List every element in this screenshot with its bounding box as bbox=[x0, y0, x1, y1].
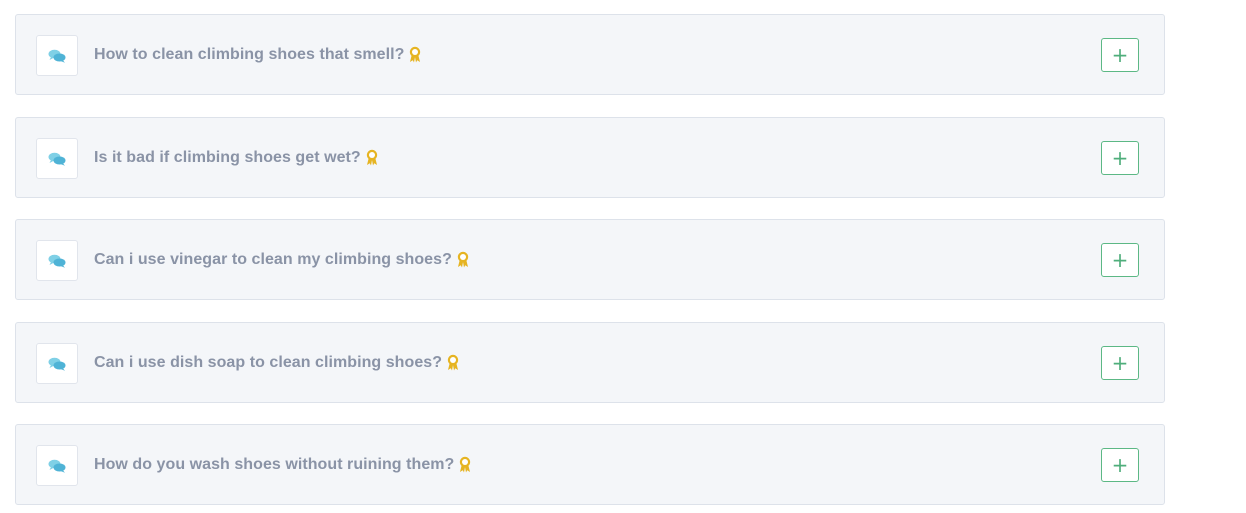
question-text: Can i use vinegar to clean my climbing s… bbox=[94, 250, 452, 268]
faq-item[interactable]: Can i use dish soap to clean climbing sh… bbox=[15, 322, 1165, 403]
chat-bubbles-icon bbox=[48, 357, 66, 371]
faq-item[interactable]: How do you wash shoes without ruining th… bbox=[15, 424, 1165, 505]
faq-item[interactable]: Is it bad if climbing shoes get wet? + bbox=[15, 117, 1165, 198]
award-ribbon-icon bbox=[446, 354, 460, 371]
chat-icon-box bbox=[36, 445, 78, 486]
chat-icon-box bbox=[36, 240, 78, 281]
question-text: How to clean climbing shoes that smell? bbox=[94, 45, 405, 63]
faq-question[interactable]: How do you wash shoes without ruining th… bbox=[94, 456, 472, 474]
chat-bubbles-icon bbox=[48, 254, 66, 268]
award-ribbon-icon bbox=[456, 251, 470, 268]
chat-icon-box bbox=[36, 343, 78, 384]
expand-button[interactable]: + bbox=[1101, 242, 1139, 277]
expand-button[interactable]: + bbox=[1101, 447, 1139, 482]
award-ribbon-icon bbox=[408, 46, 422, 63]
faq-item[interactable]: Can i use vinegar to clean my climbing s… bbox=[15, 219, 1165, 300]
chat-bubbles-icon bbox=[48, 152, 66, 166]
faq-list: How to clean climbing shoes that smell? … bbox=[0, 0, 1246, 513]
question-text: How do you wash shoes without ruining th… bbox=[94, 455, 455, 473]
chat-bubbles-icon bbox=[48, 459, 66, 473]
plus-icon: + bbox=[1111, 452, 1129, 477]
award-ribbon-icon bbox=[365, 149, 379, 166]
faq-item[interactable]: How to clean climbing shoes that smell? … bbox=[15, 14, 1165, 95]
chat-icon-box bbox=[36, 138, 78, 179]
chat-icon-box bbox=[36, 35, 78, 76]
faq-question[interactable]: Can i use vinegar to clean my climbing s… bbox=[94, 251, 470, 269]
expand-button[interactable]: + bbox=[1101, 140, 1139, 175]
question-text: Can i use dish soap to clean climbing sh… bbox=[94, 353, 443, 371]
faq-question[interactable]: Can i use dish soap to clean climbing sh… bbox=[94, 354, 460, 372]
plus-icon: + bbox=[1111, 247, 1129, 272]
expand-button[interactable]: + bbox=[1101, 37, 1139, 72]
plus-icon: + bbox=[1111, 42, 1129, 67]
faq-question[interactable]: How to clean climbing shoes that smell? bbox=[94, 46, 422, 64]
award-ribbon-icon bbox=[458, 456, 472, 473]
faq-question[interactable]: Is it bad if climbing shoes get wet? bbox=[94, 149, 379, 167]
plus-icon: + bbox=[1111, 350, 1129, 375]
expand-button[interactable]: + bbox=[1101, 345, 1139, 380]
plus-icon: + bbox=[1111, 145, 1129, 170]
chat-bubbles-icon bbox=[48, 49, 66, 63]
question-text: Is it bad if climbing shoes get wet? bbox=[94, 148, 361, 166]
